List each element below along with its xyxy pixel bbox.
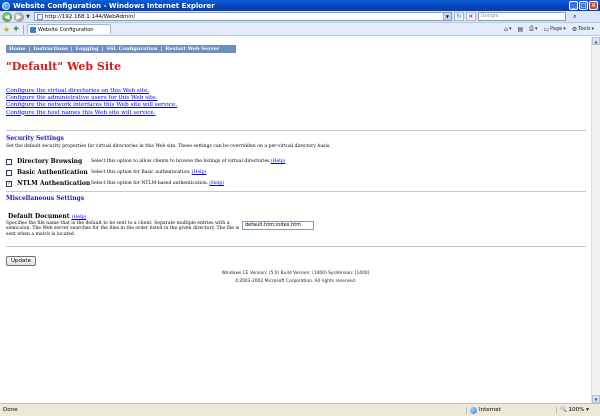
misc-settings-title: Miscellaneous Settings <box>6 195 85 202</box>
setting-description: Select this option for NTLM-based authen… <box>91 181 209 186</box>
nav-instructions[interactable]: Instructions <box>33 46 67 52</box>
zone-label: Internet <box>479 407 501 413</box>
window-title-bar: Website Configuration - Windows Internet… <box>0 0 600 11</box>
address-url[interactable]: http://192.168.1.144/WebAdmin/ <box>45 14 443 20</box>
setting-label: Basic Authentication <box>17 169 88 176</box>
refresh-button[interactable]: ↻ <box>453 12 464 21</box>
globe-icon <box>470 406 477 414</box>
tools-gear-icon: ⚙ <box>571 25 578 33</box>
search-input[interactable]: Google <box>477 12 566 21</box>
nav-restart-web-server[interactable]: Restart Web Server <box>165 46 219 52</box>
security-settings-description: Set the default security properties for … <box>6 144 331 149</box>
tab-website-configuration[interactable]: Website Configuration <box>27 24 112 34</box>
top-nav-menu: Home | Instructions | Logging | SSL Configu… <box>6 45 236 53</box>
stop-button[interactable]: × <box>465 12 476 21</box>
page-menu[interactable]: ▭ Page ▾ <box>543 26 565 33</box>
tab-title: Website Configuration <box>38 26 94 33</box>
ntlm-authentication-checkbox[interactable]: ✓ <box>6 180 12 187</box>
history-dropdown-icon[interactable]: ▼ <box>26 14 30 20</box>
vertical-scrollbar[interactable]: ▲ ▼ <box>591 37 600 403</box>
security-zone: Internet <box>466 406 556 414</box>
link-network-interfaces[interactable]: Configure the network interfaces this We… <box>6 102 177 109</box>
update-button[interactable]: Update <box>6 256 36 266</box>
help-link[interactable]: (Help) <box>209 181 224 186</box>
maximize-icon[interactable]: □ <box>579 1 588 10</box>
print-icon: ⎙ <box>529 25 534 32</box>
minimize-icon[interactable]: _ <box>569 1 578 10</box>
window-controls: _ □ × <box>569 1 598 10</box>
feeds-button[interactable]: ▤ <box>517 26 523 33</box>
home-icon: ⌂ <box>504 25 508 33</box>
setting-label: Directory Browsing <box>17 158 83 165</box>
page-title: "Default" Web Site <box>6 60 122 73</box>
status-text: Done <box>3 407 18 413</box>
config-links: Configure the virtual directories on thi… <box>6 88 177 117</box>
divider <box>23 24 25 34</box>
back-button[interactable]: ◀ <box>2 11 12 22</box>
zoom-icon: 🔍 <box>560 407 567 413</box>
feeds-icon: ▤ <box>517 25 524 33</box>
search-icon[interactable]: ⌕ <box>568 12 582 21</box>
scroll-down-icon[interactable]: ▼ <box>592 395 600 403</box>
link-virtual-directories[interactable]: Configure the virtual directories on thi… <box>6 88 177 95</box>
tab-row: ★ ✚ Website Configuration ⌂ ▾ ▤ ⎙ ▾ ▭ Page ▾… <box>0 23 600 36</box>
divider <box>6 191 586 192</box>
setting-description: Select this option to allow clients to b… <box>91 159 270 164</box>
address-dropdown-icon[interactable]: ▼ <box>442 13 451 20</box>
link-host-names[interactable]: Configure the host names this Web site w… <box>6 110 177 117</box>
basic-authentication-checkbox[interactable] <box>6 169 12 176</box>
default-document-label: Default Document <box>8 213 70 220</box>
status-bar: Done Internet 🔍 100% ▾ <box>0 403 600 416</box>
print-button[interactable]: ⎙ ▾ <box>529 25 537 33</box>
zoom-label: 100% <box>568 407 585 413</box>
setting-label: NTLM Authentication <box>17 180 91 187</box>
page-menu-icon: ▭ <box>543 25 550 33</box>
zoom-control[interactable]: 🔍 100% ▾ <box>556 407 600 413</box>
default-document-input[interactable]: default.htm;index.htm <box>242 221 314 230</box>
nav-logging[interactable]: Logging <box>76 46 99 52</box>
security-settings-title: Security Settings <box>6 135 64 142</box>
home-button[interactable]: ⌂ ▾ <box>504 26 511 33</box>
scroll-up-icon[interactable]: ▲ <box>592 37 600 45</box>
address-bar[interactable]: http://192.168.1.144/WebAdmin/ ▼ <box>33 12 452 21</box>
nav-home[interactable]: Home <box>9 46 26 52</box>
tab-page-icon <box>30 26 37 33</box>
divider <box>6 246 586 247</box>
nav-ssl-configuration[interactable]: SSL Configuration <box>106 46 157 52</box>
page-icon <box>36 13 43 20</box>
setting-ntlm-authentication: ✓ NTLM Authentication Select this option… <box>6 180 224 187</box>
setting-basic-authentication: Basic Authentication Select this option … <box>6 169 206 176</box>
link-administrative-users[interactable]: Configure the administrative users for t… <box>6 95 177 102</box>
forward-button[interactable]: ▶ <box>14 11 24 22</box>
tools-menu-label: Tools <box>578 26 591 32</box>
directory-browsing-checkbox[interactable] <box>6 158 12 165</box>
divider <box>6 130 586 131</box>
setting-directory-browsing: Directory Browsing Select this option to… <box>6 158 285 165</box>
page-content: Home | Instructions | Logging | SSL Configu… <box>0 37 591 403</box>
footer-copyright: ©2003-2002 Microsoft Corporation. All ri… <box>234 279 357 284</box>
page-menu-label: Page <box>550 26 563 32</box>
add-favorites-icon[interactable]: ✚ <box>13 25 19 33</box>
default-document-heading: Default Document (Help) <box>8 213 86 220</box>
default-document-description: Specifies the file name that is the defa… <box>6 221 240 237</box>
tools-menu[interactable]: ⚙ Tools ▾ <box>572 26 594 33</box>
setting-description: Select this option for Basic authenticat… <box>91 170 191 175</box>
footer-version: Windows CE Version: (5.0) Build Version:… <box>221 271 370 276</box>
favorites-star-icon[interactable]: ★ <box>3 25 10 34</box>
close-icon[interactable]: × <box>589 1 598 10</box>
window-title: Website Configuration - Windows Internet… <box>13 1 215 10</box>
address-row: ◀ ▶ ▼ http://192.168.1.144/WebAdmin/ ▼ ↻… <box>0 11 600 23</box>
help-link[interactable]: (Help) <box>271 159 286 164</box>
ie-logo-icon <box>2 1 10 10</box>
help-link[interactable]: (Help) <box>192 170 207 175</box>
help-link[interactable]: (Help) <box>72 215 87 220</box>
